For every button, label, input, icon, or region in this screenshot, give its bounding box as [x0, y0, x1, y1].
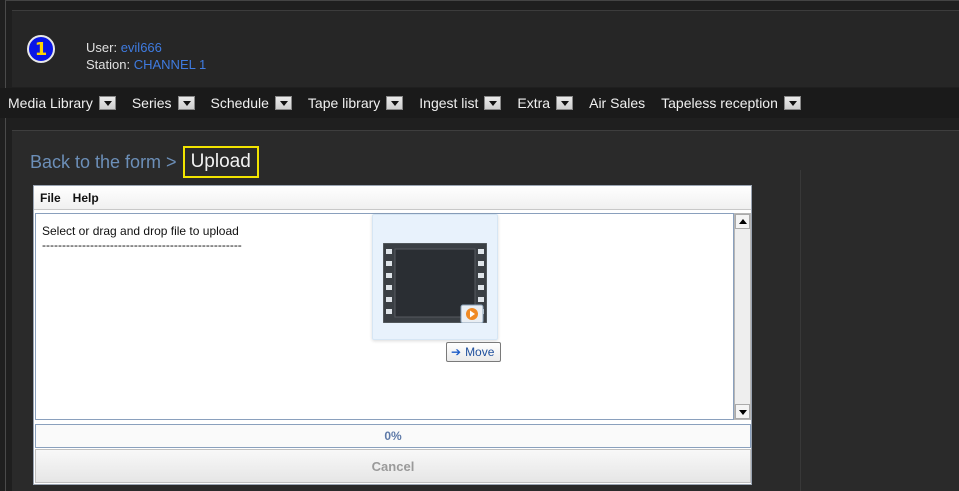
drag-move-tooltip: ➔ Move	[446, 342, 502, 362]
menu-item-series[interactable]: Series	[132, 95, 195, 111]
main-menu-bar: Media Library Series Schedule Tape library I…	[0, 88, 959, 118]
user-line: User: evil666	[86, 39, 206, 56]
dropdown-arrow-icon[interactable]	[484, 96, 502, 110]
dropdown-arrow-icon[interactable]	[783, 96, 801, 110]
dropdown-arrow-icon[interactable]	[98, 96, 116, 110]
move-label: Move	[465, 345, 495, 359]
menu-item-label: Tape library	[307, 95, 381, 111]
video-file-icon	[383, 243, 487, 323]
station-label: Station:	[86, 57, 131, 72]
menu-item-label: Schedule	[210, 95, 269, 111]
breadcrumb-current-upload: Upload	[182, 146, 259, 178]
menu-item-label: Ingest list	[419, 95, 479, 111]
menu-item-label: Media Library	[8, 95, 93, 111]
menu-item-schedule[interactable]: Schedule	[211, 95, 292, 111]
menu-item-label: Series	[131, 95, 172, 111]
menu-item-tapeless-reception[interactable]: Tapeless reception	[661, 95, 801, 111]
menu-item-label: Air Sales	[589, 95, 646, 111]
user-info: User: evil666 Station: CHANNEL 1	[86, 39, 206, 73]
drop-area-scrollbar[interactable]	[734, 213, 751, 420]
station-line: Station: CHANNEL 1	[86, 56, 206, 73]
menu-item-media-library[interactable]: Media Library	[8, 95, 116, 111]
menu-item-extra[interactable]: Extra	[517, 95, 574, 111]
station-value[interactable]: CHANNEL 1	[134, 57, 206, 72]
user-value[interactable]: evil666	[121, 40, 162, 55]
upload-menu-bar: File Help	[34, 186, 751, 210]
menu-item-ingest-list[interactable]: Ingest list	[419, 95, 502, 111]
menu-file[interactable]: File	[40, 191, 61, 205]
scroll-down-button[interactable]	[735, 404, 750, 419]
right-panel-divider	[800, 170, 959, 491]
station-number-badge: 1	[27, 35, 55, 63]
dropdown-arrow-icon[interactable]	[177, 96, 195, 110]
menu-item-tape-library[interactable]: Tape library	[307, 95, 404, 111]
user-label: User:	[86, 40, 118, 55]
upload-progress-bar: 0%	[35, 424, 751, 448]
dropdown-arrow-icon[interactable]	[386, 96, 404, 110]
back-to-form-link[interactable]: Back to the form >	[30, 152, 177, 173]
dropdown-arrow-icon[interactable]	[274, 96, 292, 110]
header-bar: 1 User: evil666 Station: CHANNEL 1	[12, 10, 959, 87]
cancel-button[interactable]: Cancel	[35, 449, 751, 483]
move-arrow-icon: ➔	[451, 345, 462, 359]
dragged-file-ghost	[372, 214, 498, 340]
scroll-up-button[interactable]	[735, 214, 750, 229]
menu-help[interactable]: Help	[73, 191, 99, 205]
menu-item-air-sales[interactable]: Air Sales	[589, 95, 645, 111]
breadcrumb: Back to the form > Upload	[30, 146, 259, 178]
menu-item-label: Tapeless reception	[661, 95, 778, 111]
menu-item-label: Extra	[517, 95, 551, 111]
dropdown-arrow-icon[interactable]	[556, 96, 574, 110]
